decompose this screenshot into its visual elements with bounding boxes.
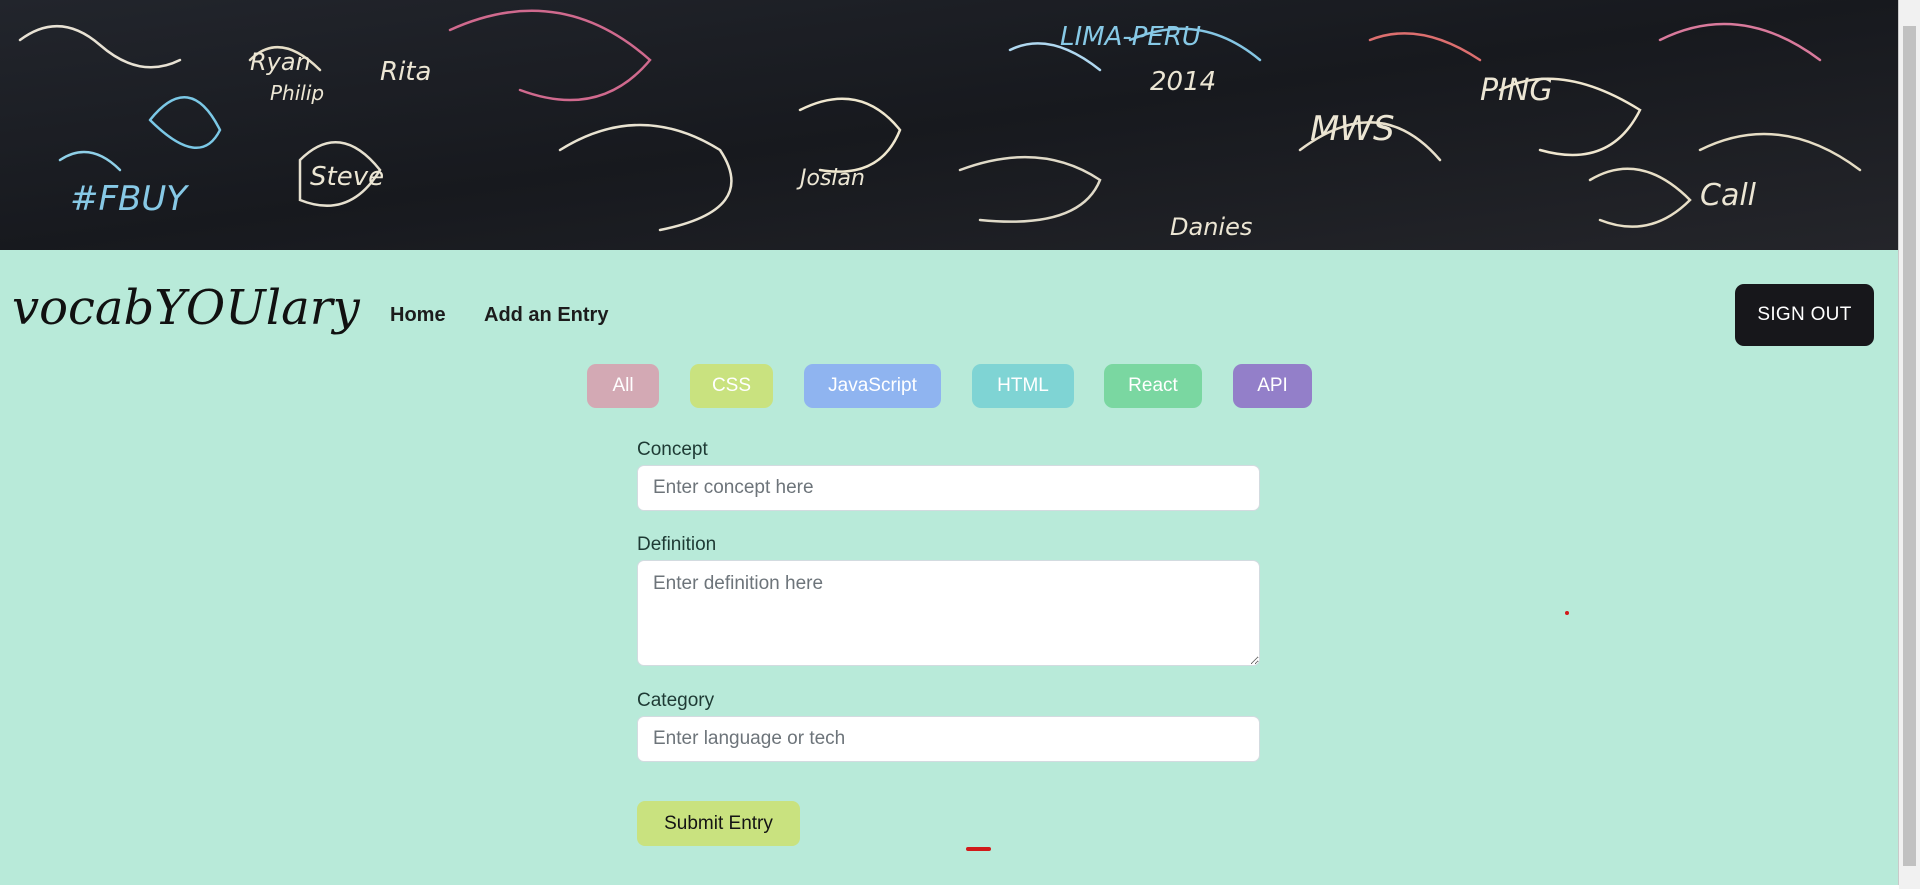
- submit-entry-button[interactable]: Submit Entry: [637, 801, 800, 846]
- nav-add-entry-link[interactable]: Add an Entry: [484, 304, 608, 327]
- banner-scribble: Danies: [1170, 213, 1252, 241]
- definition-label: Definition: [637, 534, 717, 555]
- banner-scribble: PING: [1480, 73, 1553, 108]
- category-pill-all[interactable]: All: [587, 364, 659, 408]
- category-pill-react[interactable]: React: [1104, 364, 1202, 408]
- sign-out-button[interactable]: SIGN OUT: [1735, 284, 1874, 346]
- banner-scribble: LIMA-PERU: [1060, 22, 1201, 52]
- banner-scribble: #FBUY: [70, 179, 189, 219]
- category-label: Category: [637, 690, 715, 711]
- category-input[interactable]: [637, 716, 1260, 762]
- banner-scribble: Philip: [270, 81, 324, 105]
- concept-label: Concept: [637, 439, 708, 460]
- definition-textarea[interactable]: [637, 560, 1260, 666]
- chalkboard-graffiti: Ryan Philip Rita Steve PING #FBUY LIMA-P…: [0, 0, 1898, 250]
- category-pill-css[interactable]: CSS: [690, 364, 773, 408]
- banner-scribble: Call: [1700, 178, 1757, 213]
- nav-home-link[interactable]: Home: [390, 304, 446, 327]
- banner-scribble: Ryan: [250, 48, 311, 76]
- scrollbar-thumb[interactable]: [1903, 26, 1916, 866]
- banner-scribble: Steve: [310, 162, 384, 192]
- app-logo[interactable]: vocabYOUlary: [12, 280, 360, 336]
- cursor-marker-dot: [1565, 611, 1569, 615]
- banner-scribble: MWS: [1310, 109, 1395, 149]
- banner-scribble: Josian: [796, 166, 865, 191]
- category-pill-javascript[interactable]: JavaScript: [804, 364, 941, 408]
- cursor-marker-dash: [966, 847, 991, 851]
- concept-input[interactable]: [637, 465, 1260, 511]
- chalkboard-banner-image: Ryan Philip Rita Steve PING #FBUY LIMA-P…: [0, 0, 1898, 250]
- category-pill-html[interactable]: HTML: [972, 364, 1074, 408]
- banner-scribble: 2014: [1150, 67, 1216, 97]
- category-pill-api[interactable]: API: [1233, 364, 1312, 408]
- banner-scribble: Rita: [380, 57, 431, 87]
- app-page: Ryan Philip Rita Steve PING #FBUY LIMA-P…: [0, 0, 1899, 885]
